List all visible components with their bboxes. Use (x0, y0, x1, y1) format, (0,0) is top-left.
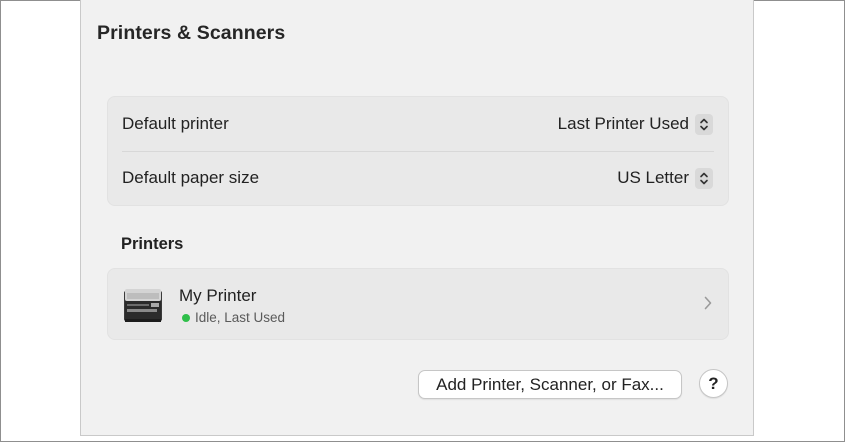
chevron-right-icon (704, 296, 712, 315)
default-printer-popup[interactable]: Last Printer Used (557, 113, 713, 135)
printers-section-title: Printers (121, 235, 184, 253)
add-printer-button[interactable]: Add Printer, Scanner, or Fax... (418, 370, 682, 399)
printer-name: My Printer (179, 286, 257, 305)
printer-status: Idle, Last Used (182, 310, 285, 325)
page-title: Printers & Scanners (97, 22, 286, 44)
default-printer-row: Default printer Last Printer Used (108, 97, 728, 151)
default-paper-size-row: Default paper size US Letter (108, 151, 728, 205)
printer-list-item[interactable]: My Printer Idle, Last Used (108, 269, 728, 339)
default-paper-size-popup[interactable]: US Letter (617, 167, 713, 189)
default-printer-label: Default printer (122, 114, 229, 133)
default-paper-size-value: US Letter (617, 168, 689, 187)
printer-status-text: Idle, Last Used (195, 310, 286, 325)
printer-icon (121, 285, 165, 330)
status-dot-icon (182, 313, 190, 322)
popup-stepper-icon (695, 167, 713, 189)
default-settings-group: Default printer Last Printer Used Defaul… (107, 96, 729, 206)
default-paper-size-label: Default paper size (122, 168, 260, 187)
default-printer-value: Last Printer Used (557, 114, 689, 133)
popup-stepper-icon (695, 113, 713, 135)
help-button[interactable]: ? (699, 369, 728, 398)
printers-list: My Printer Idle, Last Used (107, 268, 729, 340)
